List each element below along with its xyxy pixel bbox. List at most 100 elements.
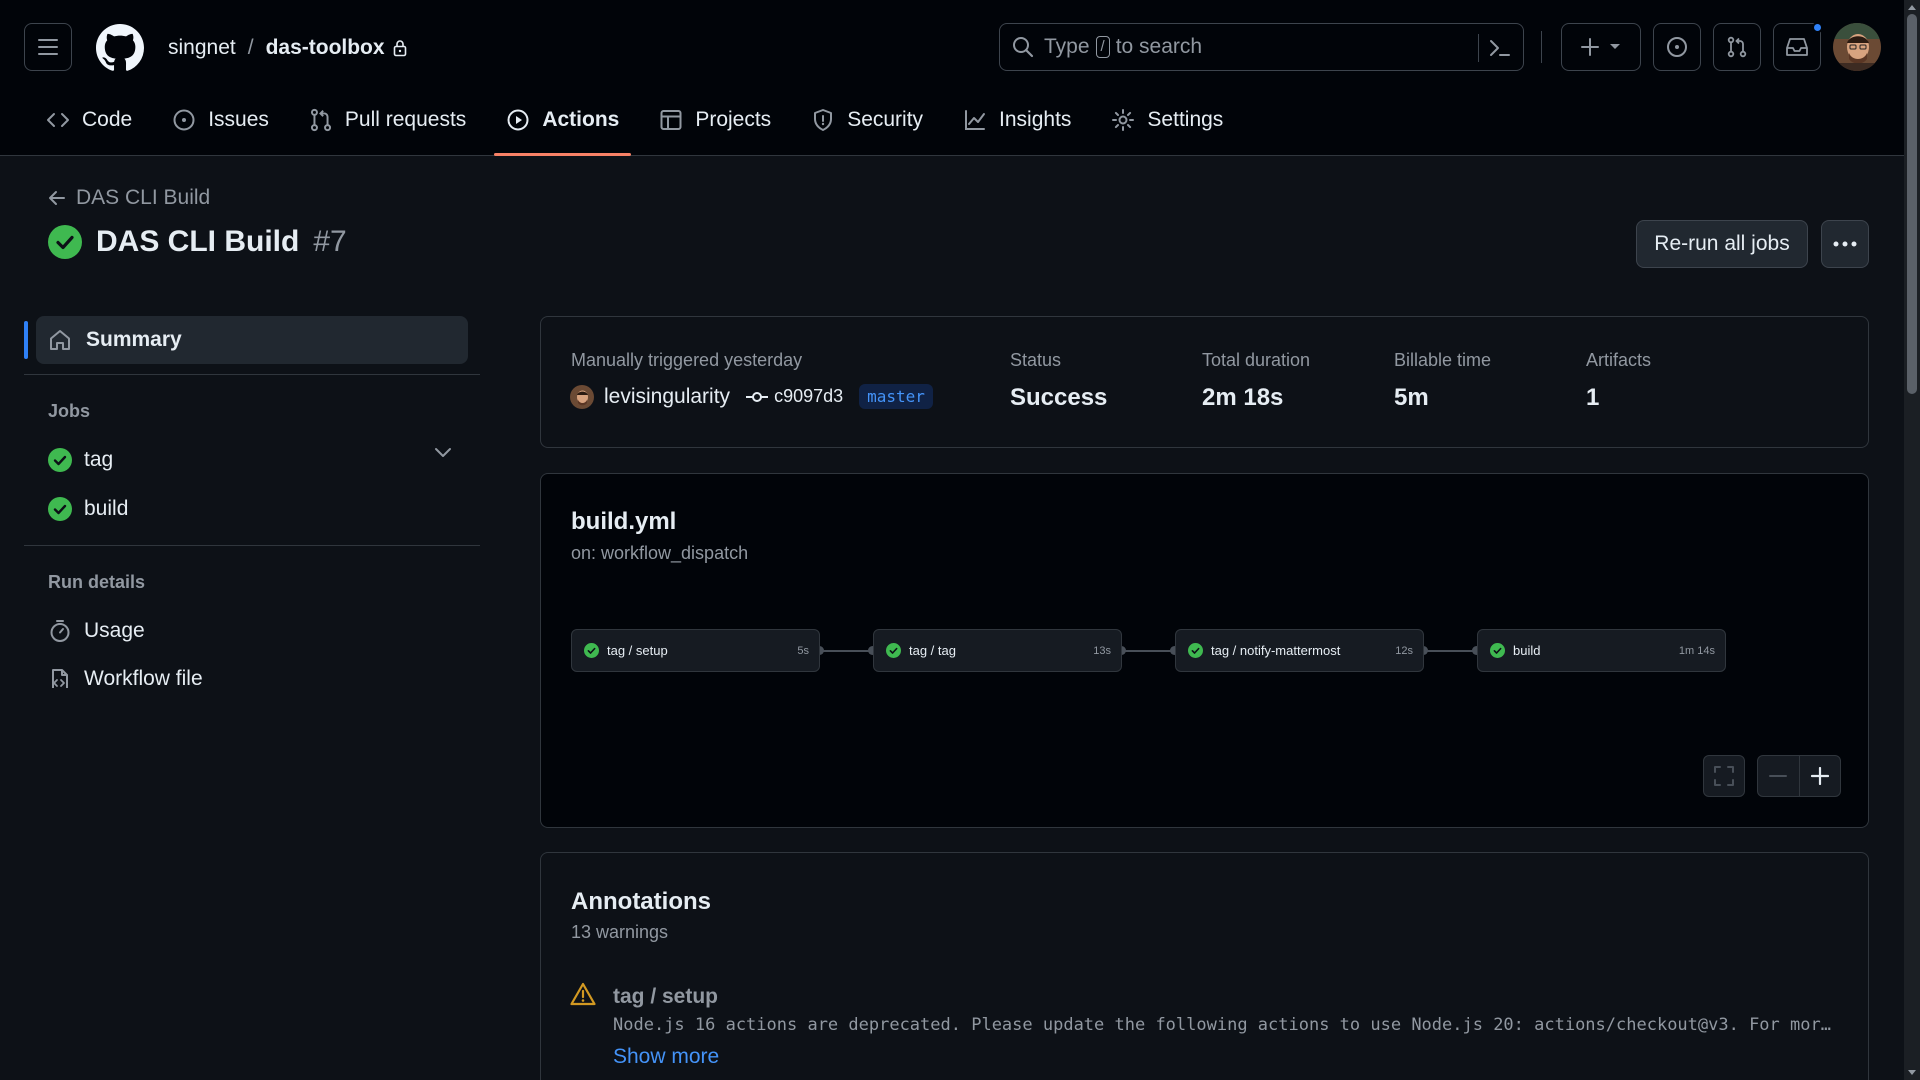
sidebar-item-summary[interactable]: Summary — [36, 316, 468, 364]
sidebar-item-workflow-file[interactable]: Workflow file — [48, 664, 203, 694]
job-node-name: build — [1513, 643, 1541, 658]
run-details-heading: Run details — [48, 572, 146, 592]
commit-link[interactable]: c9097d3 — [746, 386, 843, 407]
zoom-in-button[interactable] — [1798, 756, 1840, 796]
tab-security[interactable]: Security — [799, 96, 935, 144]
page-title: DAS CLI Build #7 — [48, 225, 347, 259]
zoom-controls — [1757, 755, 1841, 797]
tab-label: Issues — [208, 108, 269, 131]
search-icon — [1013, 37, 1034, 58]
github-logo-icon[interactable] — [96, 24, 144, 72]
duration-value[interactable]: 2m 18s — [1202, 384, 1283, 412]
tab-label: Actions — [542, 108, 620, 131]
annotations-count: 13 warnings — [571, 922, 669, 942]
show-more-link[interactable]: Show more — [613, 1045, 719, 1069]
workflow-trigger: on: workflow_dispatch — [571, 543, 749, 563]
caret-down-icon — [1610, 44, 1620, 49]
tab-actions[interactable]: Actions — [494, 96, 632, 156]
actor-link[interactable]: levisingularity — [604, 385, 730, 409]
repo-link[interactable]: das-toolbox — [266, 36, 385, 60]
sidebar-divider — [24, 545, 480, 546]
tab-label: Insights — [999, 108, 1072, 131]
plus-icon — [1810, 767, 1829, 785]
search-divider — [1478, 34, 1479, 62]
tab-issues[interactable]: Issues — [160, 96, 281, 144]
menu-button[interactable] — [24, 23, 72, 71]
sidebar-item-label: tag — [84, 448, 114, 471]
zoom-out-button[interactable] — [1758, 756, 1799, 796]
more-options-button[interactable] — [1821, 220, 1869, 268]
sidebar-item-label: Summary — [86, 328, 182, 351]
active-indicator — [24, 321, 28, 359]
tab-label: Code — [82, 108, 133, 131]
job-node-tag-tag[interactable]: tag / tag 13s — [873, 629, 1122, 672]
create-new-button[interactable] — [1561, 23, 1641, 71]
tab-code[interactable]: Code — [34, 96, 144, 144]
git-commit-icon — [746, 391, 769, 402]
job-node-tag-setup[interactable]: tag / setup 5s — [571, 629, 820, 672]
header-divider — [1541, 31, 1542, 63]
trigger-details: levisingularity c9097d3 master — [570, 384, 933, 409]
arrow-left-icon — [49, 191, 65, 205]
sidebar-item-usage[interactable]: Usage — [48, 616, 145, 646]
scroll-down-arrow-icon[interactable] — [1904, 1066, 1920, 1080]
repo-breadcrumb: singnet / das-toolbox — [168, 34, 407, 62]
git-pull-request-icon — [1727, 36, 1747, 58]
kebab-horizontal-icon — [1833, 241, 1857, 247]
annotation-job-link[interactable]: tag / setup — [613, 985, 718, 1009]
artifacts-value[interactable]: 1 — [1586, 384, 1599, 412]
job-node-duration: 12s — [1395, 644, 1413, 657]
job-node-build[interactable]: build 1m 14s — [1477, 629, 1726, 672]
back-to-workflow-link[interactable]: DAS CLI Build — [48, 186, 210, 210]
search-placeholder-suffix: to search — [1115, 35, 1203, 58]
tab-insights[interactable]: Insights — [951, 96, 1083, 144]
search-input[interactable]: Type / to search — [999, 23, 1524, 71]
tab-projects[interactable]: Projects — [647, 96, 783, 144]
pull-requests-button[interactable] — [1713, 23, 1761, 71]
job-connector — [1424, 650, 1476, 652]
tab-label: Projects — [695, 108, 772, 131]
scroll-up-arrow-icon[interactable] — [1904, 0, 1920, 14]
user-avatar[interactable] — [1833, 23, 1881, 71]
duration-label: Total duration — [1202, 350, 1311, 370]
actor-avatar[interactable] — [570, 384, 594, 409]
search-placeholder-prefix: Type — [1044, 35, 1090, 58]
branch-label[interactable]: master — [859, 384, 933, 409]
chevron-down-icon[interactable] — [434, 447, 452, 459]
hamburger-icon — [38, 39, 58, 55]
tab-label: Settings — [1147, 108, 1224, 131]
rerun-all-jobs-button[interactable]: Re-run all jobs — [1636, 220, 1808, 268]
notification-indicator — [1812, 22, 1823, 33]
sidebar-item-job-tag[interactable]: tag — [48, 445, 113, 475]
billable-value[interactable]: 5m — [1394, 384, 1429, 412]
lock-icon — [393, 39, 407, 57]
annotations-card — [540, 852, 1869, 1080]
dash-icon — [1769, 775, 1788, 777]
job-connector — [1122, 650, 1174, 652]
tab-settings[interactable]: Settings — [1099, 96, 1235, 144]
sidebar-item-job-build[interactable]: build — [48, 494, 128, 524]
workflow-file-name: build.yml — [571, 508, 677, 535]
graph-icon — [965, 110, 986, 130]
screen-full-icon — [1714, 766, 1734, 786]
command-palette-icon[interactable] — [1488, 36, 1512, 60]
scrollbar-thumb[interactable] — [1907, 14, 1917, 394]
fullscreen-button[interactable] — [1703, 755, 1745, 797]
jobs-heading: Jobs — [48, 401, 91, 421]
check-circle-fill-icon — [584, 643, 599, 658]
git-pull-request-icon — [310, 108, 331, 132]
inbox-icon — [1786, 38, 1808, 56]
sidebar-divider — [24, 374, 480, 375]
search-shortcut-key: / — [1095, 36, 1110, 58]
job-node-tag-notify-mattermost[interactable]: tag / notify-mattermost 12s — [1175, 629, 1424, 672]
artifacts-label: Artifacts — [1586, 350, 1652, 370]
issues-button[interactable] — [1653, 23, 1701, 71]
sidebar-item-label: build — [84, 497, 129, 520]
annotations-title: Annotations — [571, 888, 711, 915]
job-connector — [820, 650, 872, 652]
table-icon — [660, 110, 682, 130]
code-icon — [47, 113, 69, 127]
owner-link[interactable]: singnet — [168, 36, 236, 60]
tab-pull-requests[interactable]: Pull requests — [297, 96, 478, 144]
commit-sha: c9097d3 — [774, 386, 844, 406]
